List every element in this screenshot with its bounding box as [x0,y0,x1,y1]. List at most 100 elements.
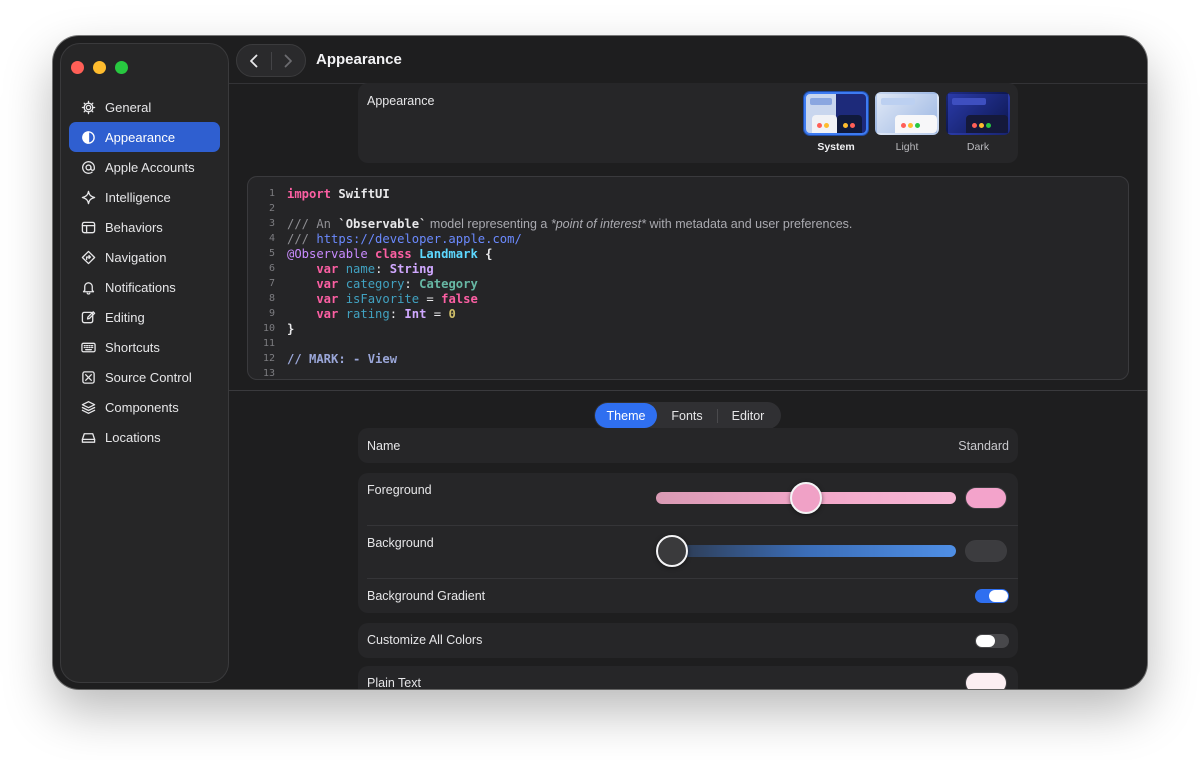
sidebar-item-label: Navigation [105,249,167,265]
sidebar-item-label: Source Control [105,369,192,385]
bell-icon [80,279,96,295]
appearance-option-light[interactable]: Light [875,92,939,153]
sidebar-item-apple-accounts[interactable]: Apple Accounts [69,152,220,182]
sidebar-item-editing[interactable]: Editing [69,302,220,332]
sidebar-item-general[interactable]: General [69,92,220,122]
code-token: Landmark [411,246,478,261]
sidebar-item-notifications[interactable]: Notifications [69,272,220,302]
navigation-icon [80,249,96,265]
sidebar-item-label: Components [105,399,179,415]
history-buttons [236,44,306,77]
code-token: SwiftUI [331,186,390,201]
line-number: 12 [262,353,275,364]
at-icon [80,159,96,175]
chevron-left-icon [249,54,258,67]
appearance-label: Appearance [367,94,435,108]
dark-preview [946,92,1010,135]
sidebar-item-label: Notifications [105,279,176,295]
background-slider[interactable] [656,545,956,557]
section-divider [229,390,1147,391]
tab-fonts[interactable]: Fonts [657,403,717,428]
code-token: Int [397,306,427,321]
code-token: var [287,306,339,321]
appearance-option-system[interactable]: System [804,92,868,153]
sidebar-item-appearance[interactable]: Appearance [69,122,220,152]
code-token: @Observable [287,246,368,261]
sidebar-item-shortcuts[interactable]: Shortcuts [69,332,220,362]
settings-window: General Appearance Apple Accounts Intell… [53,36,1147,689]
toggle-knob [976,635,995,647]
sidebar-item-behaviors[interactable]: Behaviors [69,212,220,242]
code-token: = [426,306,442,321]
appearance-icon [80,129,96,145]
appearance-option-label: System [817,141,855,153]
background-color-well[interactable] [965,540,1007,562]
code-token: rating [338,306,390,321]
code-line: 11 [248,336,275,351]
foreground-slider-knob[interactable] [790,482,822,514]
customize-colors-row: Customize All Colors [358,623,1018,658]
appearance-option-dark[interactable]: Dark [946,92,1010,153]
sidebar-item-label: Behaviors [105,219,163,235]
code-line: 9 var rating: Int = 0 [248,306,456,321]
edit-icon [80,309,96,325]
divider [367,525,1018,526]
code-line: 5 @Observable class Landmark { [248,246,493,261]
code-line: 3 /// An `Observable` model representing … [248,216,852,231]
code-token: /// [287,231,317,246]
code-token: import [287,186,332,201]
appearance-options: System Light Dark [804,92,1010,153]
line-number: 2 [268,203,275,214]
gradient-label: Background Gradient [367,589,486,603]
back-button[interactable] [237,45,271,76]
code-line: 8 var isFavorite = false [248,291,478,306]
gradient-toggle[interactable] [975,589,1009,603]
system-preview [804,92,868,135]
customize-colors-toggle[interactable] [975,634,1009,648]
sidebar-item-navigation[interactable]: Navigation [69,242,220,272]
sidebar-item-components[interactable]: Components [69,392,220,422]
theme-name-row[interactable]: Name Standard [358,428,1018,463]
code-token: class [367,246,412,261]
customize-label: Customize All Colors [367,633,483,647]
code-line: 12 // MARK: - View [248,351,397,366]
tab-editor[interactable]: Editor [718,403,778,428]
sidebar-item-label: General [105,99,152,115]
foreground-color-well[interactable] [965,487,1007,509]
appearance-option-label: Light [895,141,919,153]
plain-text-color-well[interactable] [965,672,1007,689]
code-line: 1 import SwiftUI [248,186,390,201]
code-token: var [287,291,339,306]
line-number: 5 [268,248,275,259]
code-line: 7 var category: Category [248,276,478,291]
code-link[interactable]: https://developer.apple.com/ [316,232,521,246]
code-token: : [404,276,412,291]
code-token: String [382,261,434,276]
close-window-button[interactable] [71,61,84,74]
source-control-icon [80,369,96,385]
sidebar-item-source-control[interactable]: Source Control [69,362,220,392]
line-number: 8 [268,293,275,304]
light-preview [875,92,939,135]
divider [367,578,1018,579]
sidebar-item-label: Apple Accounts [105,159,195,175]
toolbar: Appearance [236,43,1147,83]
minimize-window-button[interactable] [93,61,106,74]
background-slider-knob[interactable] [656,535,688,567]
code-token: *point of interest* [550,216,647,231]
zoom-window-button[interactable] [115,61,128,74]
forward-button[interactable] [271,45,305,76]
code-line: 2 [248,201,275,216]
name-label: Name [367,439,401,453]
code-token: Category [411,276,478,291]
tab-theme[interactable]: Theme [595,403,657,428]
sidebar-item-intelligence[interactable]: Intelligence [69,182,220,212]
page-title: Appearance [316,51,402,68]
code-token: = [419,291,434,306]
sidebar: General Appearance Apple Accounts Intell… [60,43,229,683]
code-line: 10} [248,321,294,336]
sidebar-item-locations[interactable]: Locations [69,422,220,452]
sparkle-icon [80,189,96,205]
code-preview: 1 import SwiftUI 2 3 /// An `Observable` m… [247,176,1129,380]
behaviors-icon [80,219,96,235]
